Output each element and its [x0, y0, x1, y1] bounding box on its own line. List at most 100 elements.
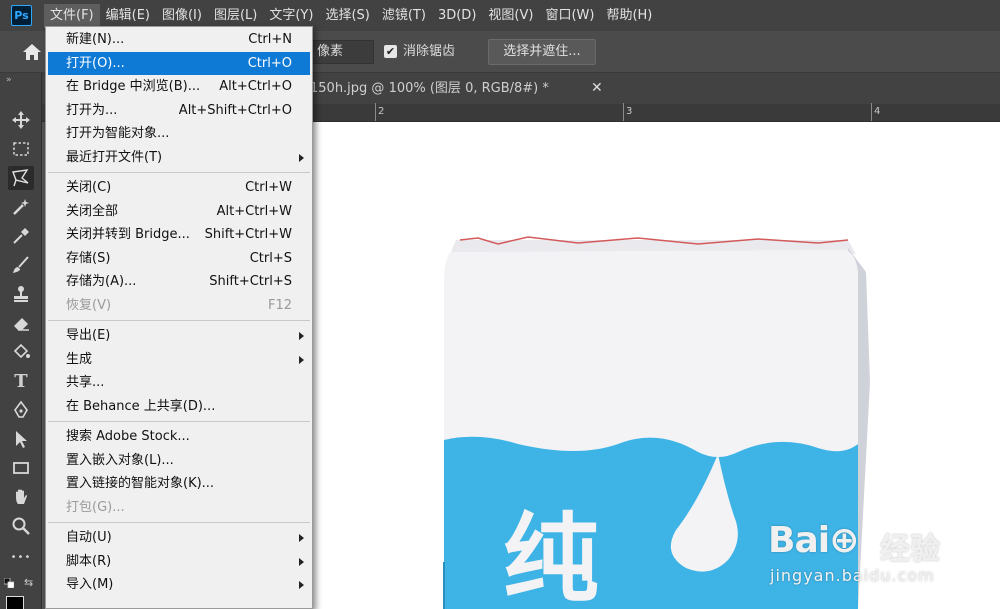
- file-menu-item[interactable]: 关闭全部 Alt+Ctrl+W: [46, 200, 312, 224]
- ruler-label: 2: [378, 106, 385, 117]
- file-menu-item-shortcut: Ctrl+S: [249, 250, 292, 266]
- file-menu-item[interactable]: 脚本(R): [46, 550, 312, 574]
- menu-item[interactable]: 图像(I): [156, 4, 208, 28]
- default-colors-icon[interactable]: [4, 578, 14, 588]
- carton-character: 纯: [503, 503, 599, 609]
- type-tool-icon[interactable]: T: [8, 369, 34, 393]
- file-menu-item[interactable]: 打开为... Alt+Shift+Ctrl+O: [46, 99, 312, 123]
- file-menu-item-label: 脚本(R): [66, 553, 112, 569]
- collapse-panel-icon[interactable]: »: [6, 75, 11, 85]
- more-tools-icon[interactable]: •••: [8, 545, 34, 569]
- menu-item[interactable]: 滤镜(T): [376, 4, 432, 28]
- file-menu-item[interactable]: 最近打开文件(T): [46, 146, 312, 170]
- file-menu-item-shortcut: Alt+Ctrl+O: [219, 79, 292, 94]
- watermark-cn: 经验: [880, 532, 940, 567]
- path-selection-tool-icon[interactable]: [8, 427, 34, 451]
- brush-tool-icon[interactable]: [8, 253, 34, 277]
- file-menu-item-label: 恢复(V): [66, 297, 112, 313]
- file-menu-item-label: 在 Behance 上共享(D)...: [66, 398, 216, 414]
- menu-item[interactable]: 帮助(H): [600, 4, 658, 28]
- file-menu-item[interactable]: 自动(U): [46, 526, 312, 550]
- file-menu-item[interactable]: 存储为(A)... Shift+Ctrl+S: [46, 270, 312, 294]
- menu-item[interactable]: 窗口(W): [539, 4, 600, 28]
- move-tool-icon[interactable]: [8, 108, 34, 132]
- tools-panel: » T ••• ⇆: [0, 73, 42, 609]
- eraser-tool-icon[interactable]: [8, 311, 34, 335]
- ruler-label: 3: [626, 106, 633, 117]
- menu-item[interactable]: 图层(L): [208, 4, 263, 28]
- menu-item[interactable]: 文件(F): [44, 3, 100, 28]
- file-menu-item-label: 搜索 Adobe Stock...: [66, 429, 190, 444]
- stamp-tool-icon[interactable]: [8, 282, 34, 306]
- document-tab-title[interactable]: 150h.jpg @ 100% (图层 0, RGB/8#) *: [310, 73, 549, 104]
- home-icon[interactable]: [22, 43, 42, 61]
- menu-item[interactable]: 视图(V): [482, 4, 539, 28]
- ruler-label: 4: [874, 106, 881, 117]
- paint-bucket-tool-icon[interactable]: [8, 340, 34, 364]
- file-menu-item[interactable]: 关闭(C) Ctrl+W: [46, 176, 312, 200]
- file-menu-item[interactable]: 导入(M): [46, 573, 312, 597]
- file-menu-item[interactable]: 打开为智能对象...: [46, 122, 312, 146]
- file-menu-item[interactable]: 在 Behance 上共享(D)...: [46, 395, 312, 419]
- file-menu-item-label: 导出(E): [66, 328, 111, 343]
- file-menu-item-label: 导入(M): [66, 577, 114, 592]
- file-menu-item[interactable]: 共享...: [46, 371, 312, 395]
- close-tab-icon[interactable]: ✕: [591, 73, 603, 104]
- file-menu-item-label: 置入链接的智能对象(K)...: [66, 476, 215, 491]
- file-menu-item-label: 在 Bridge 中浏览(B)...: [66, 79, 201, 94]
- menu-item[interactable]: 3D(D): [432, 4, 482, 28]
- antialias-label: 消除锯齿: [403, 44, 456, 59]
- submenu-arrow-icon: [299, 153, 304, 162]
- file-menu-item[interactable]: 置入链接的智能对象(K)...: [46, 472, 312, 496]
- hand-tool-icon[interactable]: [8, 485, 34, 509]
- file-menu-item[interactable]: 置入嵌入对象(L)...: [46, 449, 312, 473]
- magic-wand-tool-icon[interactable]: [8, 195, 34, 219]
- menu-separator: [48, 172, 310, 173]
- file-menu-item-shortcut: Ctrl+N: [248, 32, 292, 47]
- foreground-color-swatch[interactable]: [6, 596, 24, 609]
- file-menu-item-label: 自动(U): [66, 530, 112, 545]
- submenu-arrow-icon: [299, 534, 304, 542]
- file-menu-item-shortcut: Shift+Ctrl+W: [204, 227, 292, 242]
- file-menu-item-label: 关闭并转到 Bridge...: [66, 227, 190, 242]
- file-menu-dropdown: 新建(N)... Ctrl+N 打开(O)... Ctrl+O 在 Bridge 中浏览…: [45, 26, 313, 609]
- select-and-mask-button[interactable]: 选择并遮住...: [488, 39, 596, 65]
- antialias-checkbox[interactable]: ✔: [384, 45, 397, 58]
- menu-item[interactable]: 编辑(E): [100, 4, 156, 28]
- file-menu-item-label: 打开为...: [66, 102, 118, 118]
- file-menu-item[interactable]: 存储(S) Ctrl+S: [46, 247, 312, 271]
- file-menu-item[interactable]: 关闭并转到 Bridge... Shift+Ctrl+W: [46, 223, 312, 247]
- file-menu-item[interactable]: 搜索 Adobe Stock...: [46, 425, 312, 449]
- menu-item[interactable]: 文字(Y): [263, 4, 319, 28]
- menu-item[interactable]: 选择(S): [319, 4, 375, 28]
- file-menu-item-label: 生成: [66, 351, 93, 367]
- file-menu-item-label: 打包(G)...: [66, 499, 125, 515]
- file-menu-item[interactable]: 生成: [46, 348, 312, 372]
- menu-separator: [48, 320, 310, 321]
- file-menu-item[interactable]: 在 Bridge 中浏览(B)... Alt+Ctrl+O: [46, 75, 312, 99]
- zoom-tool-icon[interactable]: [8, 514, 34, 538]
- file-menu-item-label: 置入嵌入对象(L)...: [66, 452, 174, 468]
- file-menu-item-label: 最近打开文件(T): [66, 149, 163, 165]
- file-menu-item-label: 存储为(A)...: [66, 274, 137, 289]
- file-menu-item-label: 新建(N)...: [66, 32, 125, 47]
- file-menu-item-shortcut: Ctrl+W: [245, 180, 292, 195]
- file-menu-item[interactable]: 打开(O)... Ctrl+O: [48, 51, 310, 75]
- file-menu-item-label: 关闭全部: [66, 203, 119, 219]
- file-menu-item-shortcut: Alt+Ctrl+W: [216, 203, 292, 219]
- watermark-logo: Bai⊕: [768, 520, 859, 561]
- polygonal-lasso-tool-icon[interactable]: [8, 166, 34, 190]
- file-menu-item-label: 存储(S): [66, 250, 111, 266]
- swap-colors-icon[interactable]: ⇆: [24, 576, 33, 589]
- eyedropper-tool-icon[interactable]: [8, 224, 34, 248]
- rectangle-tool-icon[interactable]: [8, 456, 34, 480]
- file-menu-item[interactable]: 新建(N)... Ctrl+N: [46, 28, 312, 52]
- photoshop-logo[interactable]: Ps: [11, 5, 32, 26]
- pixel-unit-field[interactable]: 像素: [306, 40, 374, 64]
- pen-tool-icon[interactable]: [8, 398, 34, 422]
- marquee-tool-icon[interactable]: [8, 137, 34, 161]
- file-menu-item[interactable]: 导出(E): [46, 324, 312, 348]
- file-menu-item-label: 共享...: [66, 375, 105, 390]
- file-menu-item-shortcut: Ctrl+O: [247, 55, 292, 71]
- file-menu-item-label: 关闭(C): [66, 180, 112, 195]
